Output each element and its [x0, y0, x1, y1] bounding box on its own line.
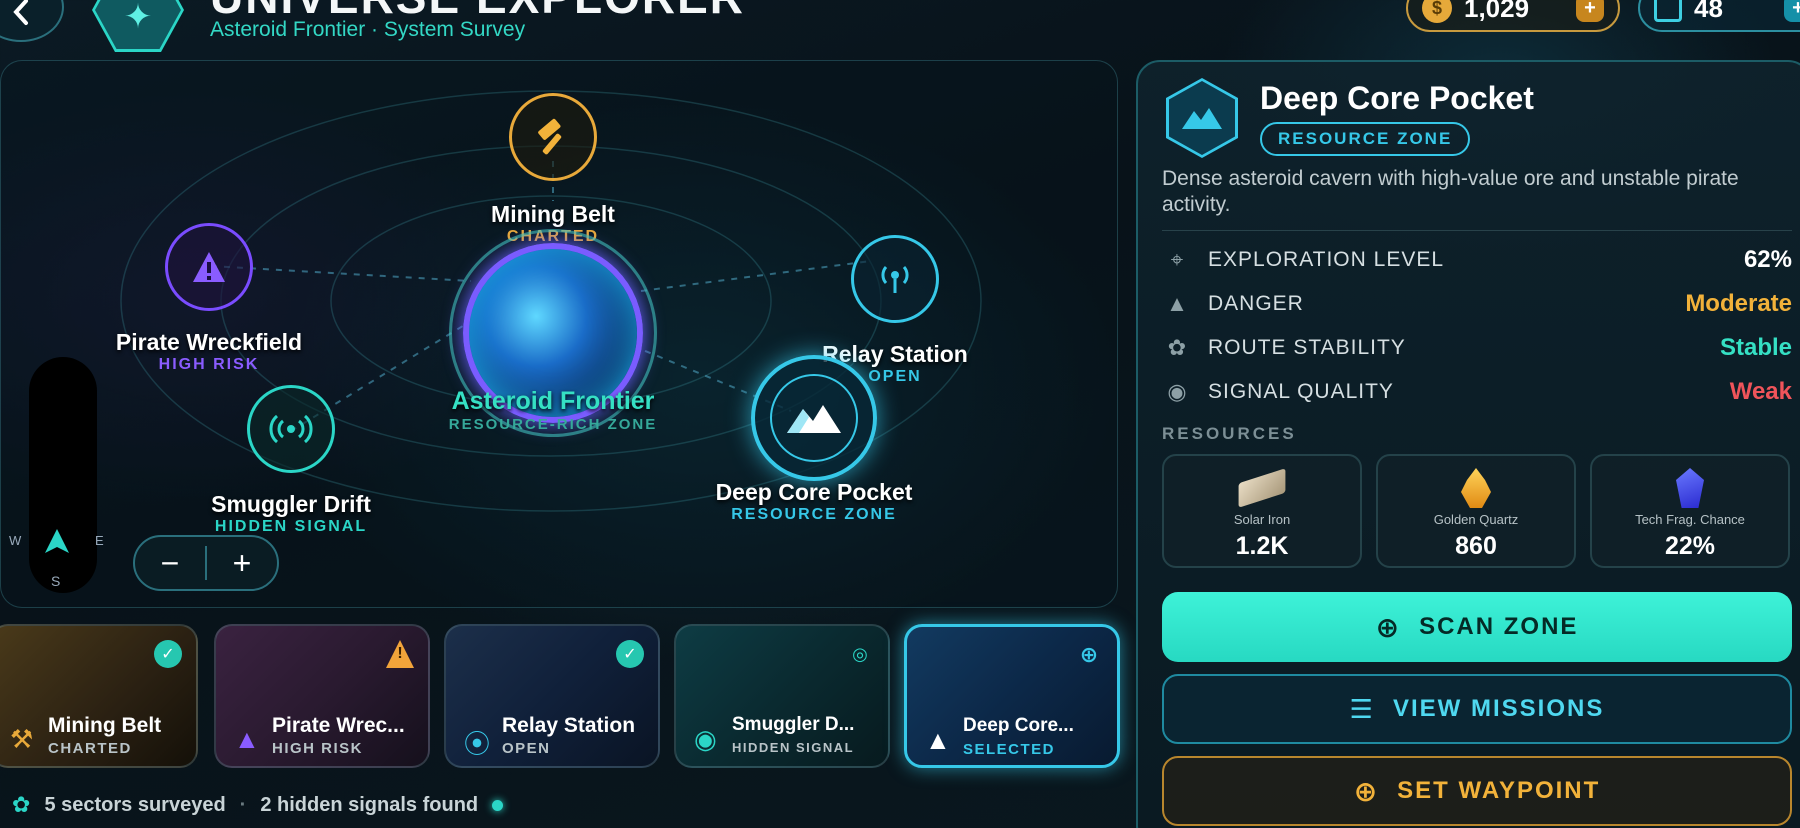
triangle-icon: ▲ — [1166, 291, 1188, 316]
add-credits-button[interactable]: + — [1576, 0, 1604, 22]
zone-hex-badge — [1166, 78, 1238, 158]
check-badge-icon: ✓ — [154, 640, 182, 668]
warning-icon — [193, 252, 225, 282]
map-node-relay-station[interactable] — [851, 235, 939, 323]
deep-core-pocket-label: Deep Core Pocket RESOURCE ZONE — [715, 479, 913, 523]
iron-ingot-icon — [1164, 466, 1360, 510]
stat-route-stability: ✿ ROUTE STABILITY Stable — [1162, 328, 1792, 368]
star-map[interactable]: Mining Belt CHARTED Asteroid Frontier RE… — [0, 60, 1118, 608]
compass-arrow-icon — [45, 529, 69, 553]
compass-w: W — [9, 533, 22, 548]
footer-separator: · — [239, 793, 247, 816]
hammer-icon: ⚒ — [10, 724, 34, 754]
zone-type-badge: RESOURCE ZONE — [1260, 122, 1471, 156]
coin-icon: $ — [1422, 0, 1452, 23]
back-button[interactable] — [0, 0, 64, 42]
compass-e: E — [95, 533, 104, 548]
mountains-icon: ▲ — [925, 725, 951, 755]
zoom-control: − + — [133, 535, 279, 591]
stat-exploration: ⌖ EXPLORATION LEVEL 62% — [1162, 240, 1792, 280]
stat-danger: ▲ DANGER Moderate — [1162, 284, 1792, 324]
chevron-left-icon — [13, 0, 28, 25]
mountains-icon — [787, 405, 841, 433]
set-waypoint-button[interactable]: ⊕ SET WAYPOINT — [1162, 756, 1792, 826]
app-subtitle: Asteroid Frontier · System Survey — [210, 18, 526, 41]
signal-badge-icon: ◎ — [852, 643, 868, 664]
sector-card-mining-belt[interactable]: ✓ ⚒ Mining Belt CHARTED — [0, 624, 198, 768]
divider — [1162, 230, 1792, 231]
mountains-icon — [1182, 108, 1222, 129]
resource-tech-fragment: Tech Frag. Chance 22% — [1590, 454, 1790, 568]
antenna-icon — [881, 266, 909, 293]
signal-icon — [269, 414, 313, 444]
zone-detail-panel: Deep Core Pocket RESOURCE ZONE Dense ast… — [1136, 60, 1800, 828]
resources-heading: RESOURCES — [1162, 424, 1297, 443]
sector-card-deep-core-pocket[interactable]: ⊕ ▲ Deep Core... SELECTED — [904, 624, 1120, 768]
sector-card-relay-station[interactable]: ✓ ⦿ Relay Station OPEN — [444, 624, 660, 768]
app-logo: ✦ — [92, 0, 184, 52]
antenna-icon: ⦿ — [464, 729, 491, 759]
resource-golden-quartz: Golden Quartz 860 — [1376, 454, 1576, 568]
status-footer: ✿ 5 sectors surveyed · 2 hidden signals … — [12, 792, 504, 818]
asteroid-frontier-label: Asteroid Frontier RESOURCE-RICH ZONE — [448, 387, 658, 433]
status-dot — [492, 799, 504, 811]
crosshair-icon: ⊕ — [1375, 611, 1402, 643]
add-chips-button[interactable]: + — [1784, 0, 1800, 22]
chips-value: 48 — [1694, 0, 1723, 23]
credits-value: 1,029 — [1464, 0, 1530, 23]
map-node-deep-core-pocket[interactable] — [751, 355, 877, 481]
tech-fragment-icon — [1592, 466, 1788, 510]
stat-signal-quality: ◉ SIGNAL QUALITY Weak — [1162, 372, 1792, 412]
credits-pill[interactable]: $ 1,029 + — [1406, 0, 1620, 32]
waypoint-icon: ⊕ — [1353, 775, 1380, 807]
hidden-signals: 2 hidden signals found — [260, 793, 479, 816]
sparkle-icon: ✦ — [95, 0, 181, 49]
map-node-pirate-wreckfield[interactable] — [165, 223, 253, 311]
view-missions-button[interactable]: ☰ VIEW MISSIONS — [1162, 674, 1792, 744]
map-node-smuggler-drift[interactable] — [247, 385, 335, 473]
hammer-icon — [538, 118, 562, 155]
map-node-mining-belt[interactable] — [509, 93, 597, 181]
smuggler-drift-label: Smuggler Drift HIDDEN SIGNAL — [211, 491, 371, 535]
pirate-wreckfield-label: Pirate Wreckfield HIGH RISK — [115, 329, 303, 373]
quartz-crystal-icon — [1378, 466, 1574, 510]
resource-solar-iron: Solar Iron 1.2K — [1162, 454, 1362, 568]
target-badge-icon: ⊕ — [1079, 642, 1099, 667]
warning-badge-icon: ! — [386, 640, 414, 668]
sectors-surveyed: 5 sectors surveyed — [44, 793, 226, 816]
crosshair-icon: ⌖ — [1170, 247, 1184, 272]
warning-icon: ▲ — [234, 724, 260, 754]
sector-card-smuggler-drift[interactable]: ◎ ◉ Smuggler D... HIDDEN SIGNAL — [674, 624, 890, 768]
chips-pill[interactable]: 48 + — [1638, 0, 1800, 32]
chip-icon — [1654, 0, 1682, 22]
signal-icon: ◉ — [694, 724, 717, 754]
sector-card-pirate-wreckfield[interactable]: ! ▲ Pirate Wrec... HIGH RISK — [214, 624, 430, 768]
zoom-out-button[interactable]: − — [135, 545, 205, 582]
zone-description: Dense asteroid cavern with high-value or… — [1162, 167, 1739, 217]
compass-s: S — [51, 573, 61, 589]
signal-icon: ◉ — [1167, 379, 1187, 404]
zoom-in-button[interactable]: + — [207, 545, 277, 582]
map-side-bar — [29, 357, 97, 593]
zone-title: Deep Core Pocket — [1260, 80, 1534, 116]
sectors-icon: ✿ — [12, 792, 31, 817]
list-icon: ☰ — [1349, 693, 1375, 724]
nodes-icon: ✿ — [1167, 335, 1187, 360]
scan-zone-button[interactable]: ⊕ SCAN ZONE — [1162, 592, 1792, 662]
check-badge-icon: ✓ — [616, 640, 644, 668]
